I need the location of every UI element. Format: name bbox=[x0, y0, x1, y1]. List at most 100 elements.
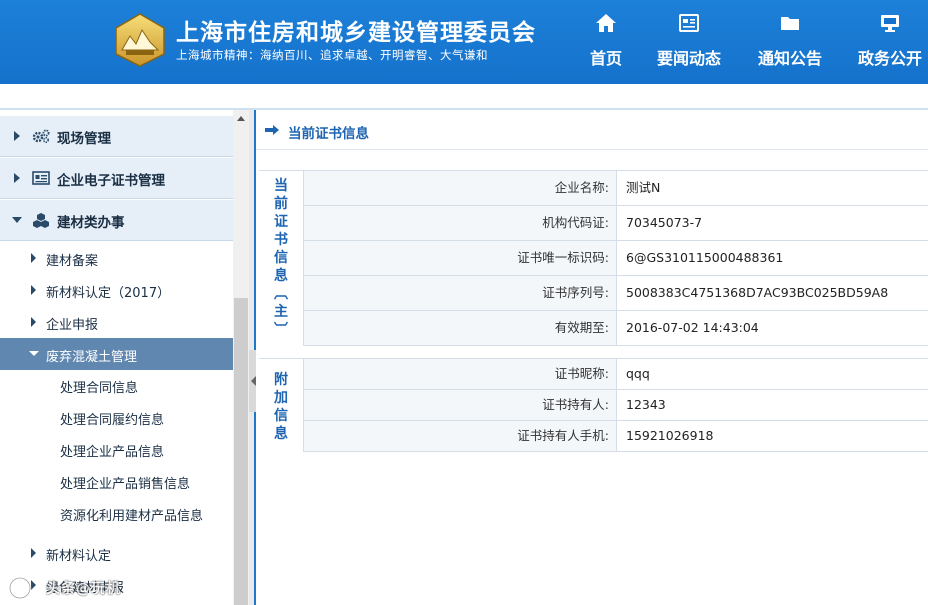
field-label: 证书持有人手机: bbox=[304, 421, 617, 451]
section-label-char: 加 bbox=[274, 390, 288, 406]
news-icon bbox=[679, 14, 699, 32]
field-label: 证书昵称: bbox=[304, 359, 617, 389]
sidebar-leaf-contract-info[interactable]: 处理合同信息 bbox=[0, 369, 233, 401]
section-label-char: 附 bbox=[274, 372, 288, 388]
section-label-char: 主 bbox=[274, 304, 288, 320]
nav-notices-label: 通知公告 bbox=[757, 49, 822, 68]
caret-right-icon bbox=[14, 131, 20, 141]
sidebar-item-label: 现场管理 bbox=[57, 131, 111, 147]
caret-right-icon bbox=[31, 317, 36, 327]
field-row-valid-until: 有效期至: 2016-07-02 14:43:04 bbox=[304, 311, 928, 346]
site-header: 上海市住房和城乡建设管理委员会 上海城市精神：海纳百川、追求卓越、开明睿智、大气… bbox=[0, 0, 928, 84]
certificate-extra-section: 附 加 信 息 证书昵称: qqq 证书持有人: 12343 证书持有人手机: … bbox=[259, 358, 928, 452]
sidebar-subitem-label: 新材料认定（2017） bbox=[46, 286, 171, 301]
arrow-right-icon bbox=[265, 125, 279, 135]
field-value: 2016-07-02 14:43:04 bbox=[626, 320, 759, 335]
field-value: 测试N bbox=[626, 180, 661, 195]
sidebar-subitem-new-material-2017[interactable]: 新材料认定（2017） bbox=[0, 274, 233, 306]
folder-icon bbox=[781, 17, 799, 30]
sidebar-subitem-label: 建材备案 bbox=[46, 254, 99, 269]
field-row-holder-phone: 证书持有人手机: 15921026918 bbox=[304, 421, 928, 452]
sidebar-leaf-product-info[interactable]: 处理企业产品信息 bbox=[0, 433, 233, 465]
field-label: 证书持有人: bbox=[304, 390, 617, 420]
nav-home[interactable]: 首页 bbox=[588, 12, 624, 72]
caret-right-icon bbox=[14, 173, 20, 183]
nav-notices[interactable]: 通知公告 bbox=[756, 12, 824, 72]
sidebar-item-label: 建材类办事 bbox=[57, 215, 125, 231]
sidebar-item-site-management[interactable]: 现场管理 bbox=[0, 116, 233, 157]
sidebar-subitem-material-filing[interactable]: 建材备案 bbox=[0, 242, 233, 274]
field-row-cert-holder: 证书持有人: 12343 bbox=[304, 390, 928, 421]
field-row-company-name: 企业名称: 测试N bbox=[304, 171, 928, 206]
sidebar-leaf-product-sales[interactable]: 处理企业产品销售信息 bbox=[0, 465, 233, 497]
sidebar-leaf-label: 处理合同履约信息 bbox=[60, 413, 165, 428]
field-row-org-code: 机构代码证: 70345073-7 bbox=[304, 206, 928, 241]
sidebar-subitem-waste-concrete[interactable]: 废弃混凝土管理 bbox=[0, 338, 233, 370]
section-label-char: ︺ bbox=[274, 322, 288, 338]
caret-right-icon bbox=[31, 253, 36, 263]
field-value: qqq bbox=[626, 366, 650, 381]
page-title: 当前证书信息 bbox=[288, 126, 369, 142]
field-label: 企业名称: bbox=[304, 171, 617, 205]
field-label: 机构代码证: bbox=[304, 206, 617, 240]
section-label-char: 当 bbox=[274, 178, 288, 194]
section-label-char: 信 bbox=[274, 408, 288, 424]
field-value: 12343 bbox=[626, 397, 666, 412]
sidebar-item-building-materials[interactable]: 建材类办事 bbox=[0, 200, 233, 241]
gears-icon bbox=[32, 129, 50, 144]
field-value: 6@GS310115000488361 bbox=[626, 250, 784, 265]
nav-gov-affairs[interactable]: 政务公开 bbox=[856, 12, 924, 72]
emblem-logo[interactable] bbox=[112, 12, 168, 68]
sidebar-leaf-recycled-products[interactable]: 资源化利用建材产品信息 bbox=[0, 497, 233, 529]
watermark-text: 头条@玩机 bbox=[46, 581, 121, 597]
content-header: 当前证书信息 bbox=[256, 110, 928, 150]
section-label-char: 息 bbox=[274, 268, 288, 284]
field-row-cert-serial: 证书序列号: 5008383C4751368D7AC93BC025BD59A8 bbox=[304, 276, 928, 311]
home-icon bbox=[596, 14, 616, 32]
nav-news-label: 要闻动态 bbox=[656, 49, 721, 68]
field-label: 证书唯一标识码: bbox=[304, 241, 617, 275]
section-label-char: 书 bbox=[274, 232, 288, 248]
field-row-cert-nickname: 证书昵称: qqq bbox=[304, 359, 928, 390]
nav-home-label: 首页 bbox=[589, 49, 622, 68]
sidebar-leaf-contract-performance[interactable]: 处理合同履约信息 bbox=[0, 401, 233, 433]
main-content: 当前证书信息 当 前 证 书 信 息 ︹ 主 ︺ 企业名称: 测试N 机构代码证… bbox=[256, 110, 928, 605]
sidebar-leaf-label: 处理合同信息 bbox=[60, 381, 139, 396]
section-label-char: 息 bbox=[274, 426, 288, 442]
field-label: 证书序列号: bbox=[304, 276, 617, 310]
nav-news[interactable]: 要闻动态 bbox=[655, 12, 723, 72]
sidebar-subitem-new-material[interactable]: 新材料认定 bbox=[0, 537, 233, 569]
sidebar-subitem-label: 企业申报 bbox=[46, 318, 99, 333]
field-label: 有效期至: bbox=[304, 311, 617, 345]
sidebar-item-label: 企业电子证书管理 bbox=[57, 173, 165, 189]
field-value: 70345073-7 bbox=[626, 215, 703, 230]
caret-right-icon bbox=[31, 548, 36, 558]
sidebar: 现场管理 企业电子证书管理 建材类办事 建材备案 新材料认定（2017） 企业申… bbox=[0, 110, 233, 605]
sidebar-leaf-label: 资源化利用建材产品信息 bbox=[60, 509, 204, 524]
scroll-up-arrow-icon[interactable] bbox=[233, 110, 249, 128]
nav-gov-affairs-label: 政务公开 bbox=[857, 49, 922, 68]
monitor-icon bbox=[881, 15, 899, 32]
sidebar-scrollbar-thumb[interactable] bbox=[234, 298, 248, 605]
caret-down-icon bbox=[29, 351, 39, 356]
field-row-cert-unique-id: 证书唯一标识码: 6@GS310115000488361 bbox=[304, 241, 928, 276]
sidebar-leaf-label: 处理企业产品信息 bbox=[60, 445, 165, 460]
section-label-char: 前 bbox=[274, 196, 288, 212]
section-label-char: 证 bbox=[274, 214, 288, 230]
section-label-main: 当 前 证 书 信 息 ︹ 主 ︺ bbox=[259, 171, 304, 346]
sidebar-subitem-label: 废弃混凝土管理 bbox=[46, 350, 138, 365]
site-title: 上海市住房和城乡建设管理委员会 bbox=[176, 20, 536, 46]
section-label-extra: 附 加 信 息 bbox=[259, 359, 304, 452]
sidebar-leaf-label: 处理企业产品销售信息 bbox=[60, 477, 191, 492]
section-label-char: 信 bbox=[274, 250, 288, 266]
caret-down-icon bbox=[12, 217, 22, 223]
svg-text:头: 头 bbox=[16, 582, 28, 596]
sidebar-subitem-enterprise-declaration[interactable]: 企业申报 bbox=[0, 306, 233, 338]
field-value: 5008383C4751368D7AC93BC025BD59A8 bbox=[626, 285, 889, 300]
caret-right-icon bbox=[31, 285, 36, 295]
cubes-icon bbox=[33, 213, 49, 228]
sidebar-item-e-certificate[interactable]: 企业电子证书管理 bbox=[0, 158, 233, 199]
section-label-char: ︹ bbox=[274, 286, 288, 302]
certificate-icon bbox=[32, 171, 50, 185]
field-value: 15921026918 bbox=[626, 428, 714, 443]
